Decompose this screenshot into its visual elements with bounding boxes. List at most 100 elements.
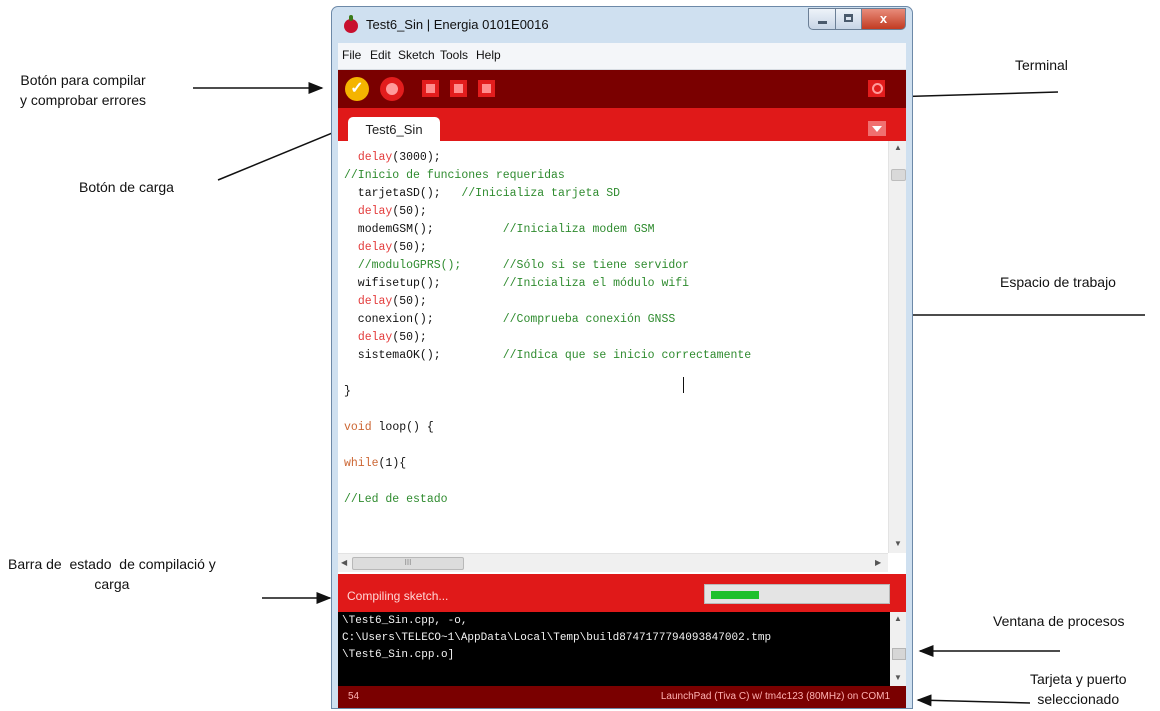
code-line: delay(50);	[344, 293, 427, 311]
board-port-label: LaunchPad (Tiva C) w/ tm4c123 (80MHz) on…	[660, 691, 890, 702]
arrow-terminal	[886, 90, 1059, 103]
editor-horizontal-scrollbar[interactable]: ◀ III ▶	[338, 553, 888, 572]
status-message: Compiling sketch...	[347, 589, 449, 603]
scroll-left-icon[interactable]: ◀	[341, 558, 347, 567]
energia-window: Test6_Sin | Energia 0101E0016 x File Edi…	[331, 6, 913, 709]
annotation-board-text: Tarjeta y puerto seleccionado	[1030, 671, 1127, 707]
code-line: tarjetaSD(); //Inicializa tarjeta SD	[344, 185, 620, 203]
code-line: delay(3000);	[344, 149, 441, 167]
code-token: //Led de estado	[344, 493, 448, 506]
editor-vertical-scrollbar[interactable]: ▲ ▼	[888, 141, 906, 553]
save-sketch-button[interactable]	[478, 80, 495, 97]
text-caret	[683, 377, 684, 393]
menu-tools[interactable]: Tools	[440, 48, 468, 62]
console-line: \Test6_Sin.cpp, -o,	[342, 615, 468, 627]
code-token: //Indica que se inicio correctamente	[502, 349, 752, 362]
scroll-right-icon[interactable]: ▶	[875, 558, 881, 567]
editor-horizontal-scroll-thumb[interactable]: III	[352, 557, 464, 570]
annotation-console: Ventana de procesos	[993, 613, 1125, 629]
tabs-bar: Test6_Sin	[338, 108, 906, 141]
line-number: 54	[348, 691, 360, 702]
new-file-icon	[426, 84, 435, 93]
annotation-workspace: Espacio de trabajo	[1000, 274, 1116, 290]
code-editor[interactable]: delay(3000);//Inicio de funciones requer…	[338, 141, 906, 574]
code-line: wifisetup(); //Inicializa el módulo wifi	[344, 275, 689, 293]
serial-monitor-button[interactable]	[868, 80, 885, 97]
code-token: (3000);	[392, 151, 441, 164]
editor-vertical-scroll-thumb[interactable]	[891, 169, 906, 181]
arrow-board	[916, 694, 1031, 707]
maximize-button[interactable]	[836, 8, 862, 30]
compile-progress-bar	[704, 584, 890, 604]
code-token: //Inicio de funciones requeridas	[344, 169, 565, 182]
console-scroll-up-icon[interactable]: ▲	[894, 614, 902, 623]
code-token: //Inicializa el módulo wifi	[502, 277, 690, 290]
code-line: sistemaOK(); //Indica que se inicio corr…	[344, 347, 751, 365]
minimize-icon	[818, 21, 827, 24]
tab-menu-button[interactable]	[868, 121, 886, 136]
code-token: delay	[357, 151, 393, 164]
toolbar: ✓	[338, 70, 906, 108]
annotation-statusbar: Barra de estado de compilació y carga	[8, 554, 216, 594]
code-token: (1){	[378, 457, 407, 470]
energia-logo-icon	[344, 15, 358, 33]
board-status-footer: 54 LaunchPad (Tiva C) w/ tm4c123 (80MHz)…	[338, 686, 906, 708]
code-token: delay	[357, 331, 393, 344]
open-sketch-button[interactable]	[450, 80, 467, 97]
console-line: C:\Users\TELECO~1\AppData\Local\Temp\bui…	[342, 632, 772, 644]
code-token: while	[344, 457, 379, 470]
code-token: }	[344, 385, 351, 398]
menu-help[interactable]: Help	[476, 48, 501, 62]
output-console[interactable]: \Test6_Sin.cpp, -o, C:\Users\TELECO~1\Ap…	[338, 612, 906, 686]
console-scrollbar[interactable]: ▲ ▼	[890, 612, 906, 686]
code-line: conexion(); //Comprueba conexión GNSS	[344, 311, 675, 329]
window-title: Test6_Sin | Energia 0101E0016	[366, 17, 549, 32]
compile-status-bar: Compiling sketch...	[338, 574, 906, 612]
title-bar[interactable]: Test6_Sin | Energia 0101E0016 x	[332, 7, 912, 41]
code-token: delay	[357, 241, 393, 254]
save-icon	[482, 84, 491, 93]
code-token: delay	[357, 295, 393, 308]
scroll-up-icon[interactable]: ▲	[894, 143, 902, 152]
code-token: (50);	[392, 295, 427, 308]
code-token: void	[344, 421, 372, 434]
verify-button[interactable]: ✓	[345, 77, 369, 101]
code-token: delay	[357, 205, 393, 218]
menu-file[interactable]: File	[342, 48, 361, 62]
annotation-board: Tarjeta y puerto seleccionado	[1030, 669, 1127, 709]
chevron-down-icon	[872, 126, 882, 132]
console-scroll-thumb[interactable]	[892, 648, 906, 660]
open-icon	[454, 84, 463, 93]
code-token: modemGSM();	[344, 223, 503, 236]
new-sketch-button[interactable]	[422, 80, 439, 97]
code-token: tarjetaSD();	[344, 187, 462, 200]
code-token: //Inicializa tarjeta SD	[461, 187, 621, 200]
code-line: delay(50);	[344, 329, 427, 347]
menu-sketch[interactable]: Sketch	[398, 48, 435, 62]
annotation-terminal: Terminal	[1015, 57, 1068, 73]
minimize-button[interactable]	[808, 8, 836, 30]
app-body: File Edit Sketch Tools Help ✓ Test6_Sin …	[338, 43, 906, 708]
code-line: //Inicio de funciones requeridas	[344, 167, 565, 185]
maximize-icon	[844, 14, 853, 22]
code-token: //Comprueba conexión GNSS	[502, 313, 676, 326]
scroll-down-icon[interactable]: ▼	[894, 539, 902, 548]
menu-edit[interactable]: Edit	[370, 48, 391, 62]
annotation-compile-text: Botón para compilar y comprobar errores	[20, 72, 147, 108]
tab-test6-sin[interactable]: Test6_Sin	[348, 117, 440, 141]
code-line: //Led de estado	[344, 491, 448, 509]
console-scroll-down-icon[interactable]: ▼	[894, 673, 902, 682]
code-token: (50);	[392, 241, 427, 254]
close-button[interactable]: x	[862, 8, 906, 30]
progress-fill	[711, 591, 759, 599]
magnifier-icon	[872, 83, 883, 94]
annotation-upload: Botón de carga	[79, 179, 174, 195]
code-line: }	[344, 383, 351, 401]
code-token: wifisetup();	[344, 277, 503, 290]
upload-button[interactable]	[380, 77, 404, 101]
